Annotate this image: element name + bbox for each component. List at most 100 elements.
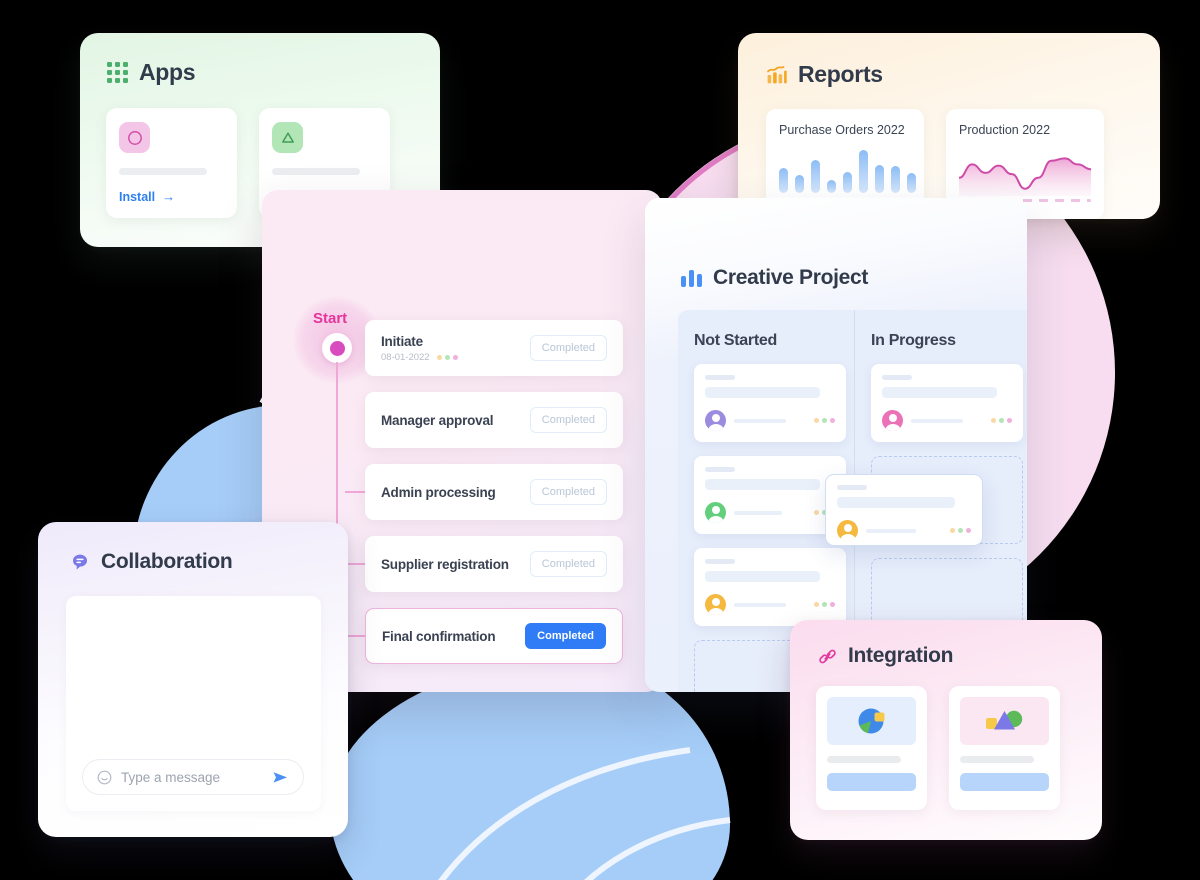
status-badge[interactable]: Completed [529,551,607,577]
timeline-step-row[interactable]: Admin processing Completed [365,464,623,520]
kanban-card[interactable] [871,364,1023,442]
status-badge[interactable]: Completed [529,407,607,433]
status-badge[interactable]: Completed [529,335,607,361]
assignee-placeholder [734,418,786,423]
avatar[interactable] [705,594,726,615]
illustration-stage: Apps Install → Reports Purchase Orders 2… [0,0,1200,880]
integration-card[interactable] [816,686,927,810]
bar [827,180,836,193]
kanban-card-footer [705,410,835,431]
pie-chart-icon [827,697,916,745]
collaboration-panel: Collaboration Type a message [38,522,348,837]
kanban-card-footer [705,594,835,615]
timeline-step-row[interactable]: Initiate 08-01-2022 Completed [365,320,623,376]
area-fill [959,158,1091,196]
avatar[interactable] [882,410,903,431]
report-card-title: Production 2022 [959,123,1051,137]
production-area-chart [958,146,1092,202]
app-name-placeholder [272,168,360,175]
timeline-step-main: Initiate 08-01-2022 [381,334,458,363]
collaboration-panel-title: Collaboration [101,550,233,573]
chat-input-placeholder[interactable]: Type a message [121,770,263,785]
timeline-connector [345,563,365,565]
kanban-card-dragging[interactable] [825,474,983,546]
integration-action-button[interactable] [960,773,1049,791]
assignee-placeholder [866,528,916,533]
kanban-column-title: Not Started [694,332,777,349]
card-text-placeholder [705,479,820,490]
avatar[interactable] [705,410,726,431]
status-badge[interactable]: Completed [529,479,607,505]
bar [795,175,804,193]
chat-input-bar[interactable]: Type a message [82,759,304,795]
chat-bubble-icon [70,552,90,572]
assignee-placeholder [734,602,786,607]
kanban-column-title: In Progress [871,332,956,349]
timeline-step-main: Manager approval [381,413,494,428]
bar-chart-trend-icon [766,65,787,85]
start-label: Start [313,310,348,327]
kanban-card-footer [882,410,1012,431]
bar-columns-icon [681,269,702,287]
grid-dots-icon [107,62,128,83]
kanban-card[interactable] [694,548,846,626]
avatar[interactable] [705,502,726,523]
bar-column [891,147,900,201]
shapes-icon [960,697,1049,745]
bar-column [779,147,788,201]
card-label-placeholder [837,485,867,490]
kanban-panel-header: Creative Project [681,266,1027,290]
send-icon[interactable] [272,770,289,785]
chat-message-area: Type a message [65,596,321,811]
link-chain-icon [818,647,837,666]
integration-card[interactable] [949,686,1060,810]
tag-dots-icon [991,418,1012,423]
bar-column [843,147,852,201]
install-button[interactable]: Install → [119,189,224,204]
integration-action-button[interactable] [827,773,916,791]
bar [843,172,852,193]
card-text-placeholder [705,387,820,398]
reports-panel-header: Reports [766,61,1160,88]
reports-panel-title: Reports [798,61,883,87]
card-label-placeholder [705,559,735,564]
kanban-card-footer [837,520,971,541]
app-card[interactable]: Install → [106,108,237,218]
card-text-placeholder [882,387,997,398]
timeline-connector [345,635,365,637]
timeline-step-sub: 08-01-2022 [381,352,458,363]
timeline-step-name: Final confirmation [382,628,496,644]
timeline-step-row[interactable]: Supplier registration Completed [365,536,623,592]
timeline-connector [345,491,365,493]
apps-panel-header: Apps [107,59,440,86]
app-name-placeholder [119,168,207,175]
timeline-step-main: Supplier registration [381,557,509,572]
kanban-card[interactable] [694,364,846,442]
bar [875,165,884,193]
bar-column [907,147,916,201]
kanban-card[interactable] [694,456,846,534]
timeline-step-date: 08-01-2022 [381,351,430,363]
timeline-step-row[interactable]: Manager approval Completed [365,392,623,448]
collaboration-panel-header: Collaboration [70,550,348,574]
bar [859,150,868,193]
kanban-card-footer [705,502,835,523]
bar-column [859,147,868,201]
start-marker-inner [329,340,345,356]
start-marker-dot [322,333,352,363]
timeline-step-row-active[interactable]: Final confirmation Completed [365,608,623,664]
timeline-step-name: Initiate [381,333,423,349]
card-text-placeholder [705,571,820,582]
avatar[interactable] [837,520,858,541]
smiley-icon[interactable] [97,770,112,785]
reports-panel: Reports Purchase Orders 2022 Production … [738,33,1160,219]
timeline-step-name: Supplier registration [381,556,509,572]
assignee-placeholder [911,418,963,423]
status-badge-active[interactable]: Completed [525,623,606,649]
tag-dots-icon [814,602,835,607]
blue-blob-bottom-decoration [330,660,730,880]
kanban-panel-title: Creative Project [713,266,869,289]
bar-column [827,147,836,201]
tag-dots-icon [436,354,458,360]
arrow-right-icon: → [162,189,176,204]
